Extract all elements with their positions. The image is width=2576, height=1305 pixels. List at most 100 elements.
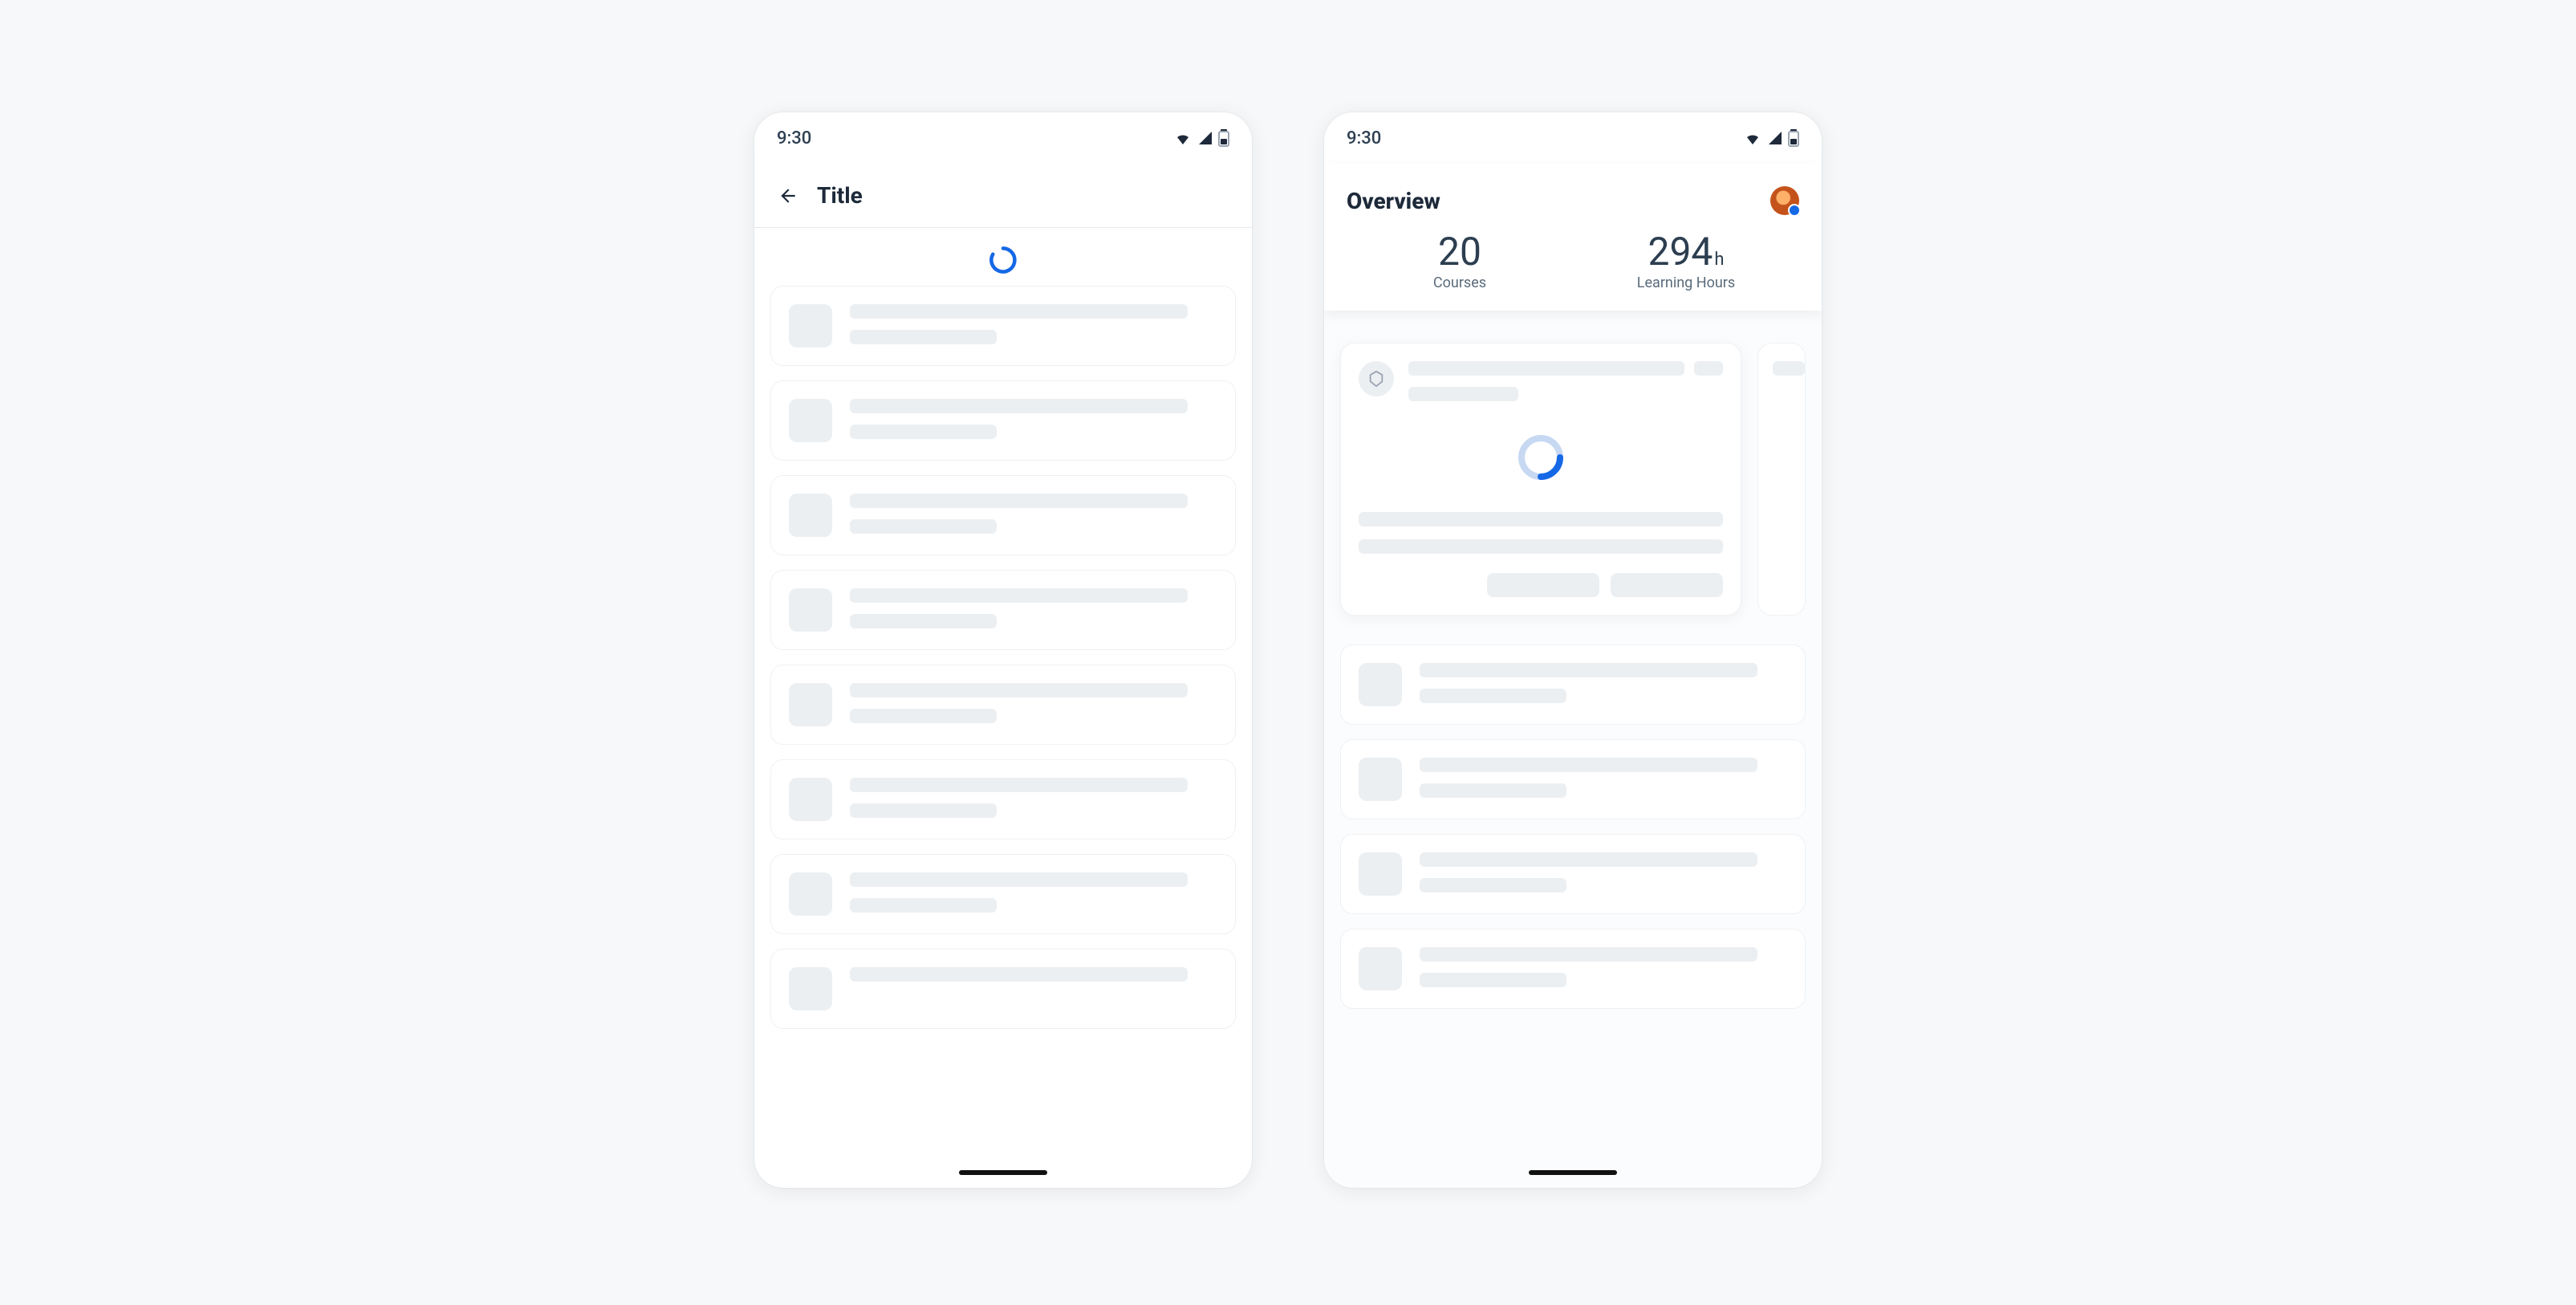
skeleton-line	[1408, 387, 1518, 401]
skeleton-line	[850, 399, 1188, 413]
page-title: Overview	[1347, 188, 1440, 214]
skeleton-line	[1694, 361, 1723, 376]
skeleton-line	[850, 588, 1188, 603]
phone-mockup-overview: 9:30 Overview 20 Course	[1324, 112, 1822, 1188]
skeleton-actions	[1359, 573, 1723, 597]
skeleton-lines	[850, 683, 1217, 723]
skeleton-line	[850, 425, 997, 439]
skeleton-list	[754, 286, 1252, 1061]
status-time: 9:30	[777, 128, 811, 148]
stat-hours-label: Learning Hours	[1637, 274, 1735, 291]
skeleton-line	[850, 967, 1188, 982]
page-title: Title	[817, 182, 863, 209]
loading-spinner	[1515, 432, 1566, 483]
skeleton-line	[850, 330, 997, 344]
skeleton-thumbnail	[1359, 947, 1402, 990]
skeleton-line	[850, 778, 1188, 792]
skeleton-line	[1408, 361, 1684, 376]
skeleton-line	[1773, 361, 1805, 376]
skeleton-line	[1420, 783, 1566, 798]
skeleton-line	[850, 683, 1188, 697]
list-item	[770, 570, 1236, 650]
skeleton-lines	[850, 399, 1217, 439]
skeleton-lines	[1420, 947, 1787, 987]
skeleton-thumbnail	[1359, 663, 1402, 706]
skeleton-line	[850, 304, 1188, 319]
stats-row: 20 Courses 294 h Learning Hours	[1347, 233, 1799, 291]
overview-body	[1324, 311, 1822, 1188]
arrow-left-icon	[778, 185, 798, 206]
skeleton-thumbnail	[1359, 852, 1402, 896]
skeleton-line	[850, 519, 997, 534]
skeleton-lines	[1420, 663, 1787, 703]
skeleton-thumbnail	[789, 683, 832, 726]
skeleton-thumbnail	[789, 304, 832, 348]
list-item	[1340, 644, 1806, 725]
battery-icon	[1218, 129, 1229, 147]
stat-hours: 294 h Learning Hours	[1573, 233, 1799, 291]
skeleton-line	[1420, 878, 1566, 892]
battery-icon	[1788, 129, 1799, 147]
featured-carousel[interactable]	[1340, 343, 1806, 616]
skeleton-button	[1611, 573, 1723, 597]
cell-signal-icon	[1197, 130, 1213, 146]
stat-hours-value: 294	[1648, 233, 1713, 271]
skeleton-line	[1420, 947, 1757, 961]
skeleton-lines	[1420, 852, 1787, 892]
home-indicator	[959, 1170, 1047, 1175]
skeleton-lines	[850, 494, 1217, 534]
list-item	[770, 665, 1236, 745]
skeleton-thumbnail	[789, 588, 832, 632]
skeleton-line	[850, 872, 1188, 887]
skeleton-line	[1359, 539, 1723, 554]
skeleton-line	[850, 898, 997, 913]
skeleton-lines	[850, 872, 1217, 913]
stat-courses: 20 Courses	[1347, 233, 1573, 291]
skeleton-lines	[1420, 758, 1787, 798]
skeleton-thumbnail	[789, 778, 832, 821]
featured-card-next[interactable]	[1757, 343, 1806, 616]
wifi-icon	[1743, 130, 1762, 146]
skeleton-line	[1420, 852, 1757, 867]
list-item	[770, 380, 1236, 461]
list-item	[770, 286, 1236, 366]
skeleton-thumbnail	[789, 872, 832, 916]
list-item	[770, 949, 1236, 1029]
skeleton-button	[1487, 573, 1599, 597]
skeleton-line	[850, 803, 997, 818]
status-time: 9:30	[1347, 128, 1381, 148]
back-button[interactable]	[774, 181, 802, 210]
skeleton-lines	[850, 588, 1217, 628]
status-icons	[1743, 129, 1799, 147]
skeleton-lines	[1408, 361, 1723, 401]
skeleton-line	[1420, 758, 1757, 772]
home-indicator	[1529, 1170, 1617, 1175]
overview-header: Overview 20 Courses 294 h	[1324, 164, 1822, 311]
skeleton-list	[1340, 644, 1806, 1009]
wifi-icon	[1173, 130, 1193, 146]
skeleton-line	[850, 494, 1188, 508]
list-item	[770, 475, 1236, 555]
skeleton-thumbnail	[1359, 758, 1402, 801]
skeleton-lines	[850, 778, 1217, 818]
list-item	[770, 854, 1236, 934]
stat-courses-value: 20	[1438, 233, 1481, 271]
skeleton-lines	[850, 304, 1217, 344]
skeleton-thumbnail	[789, 494, 832, 537]
skeleton-line	[850, 709, 997, 723]
app-bar: Title	[754, 164, 1252, 228]
list-item	[1340, 739, 1806, 819]
phone-mockup-title-list: 9:30 Title	[754, 112, 1252, 1188]
hexagon-icon	[1359, 361, 1394, 396]
status-bar: 9:30	[754, 112, 1252, 164]
skeleton-line	[1420, 973, 1566, 987]
status-icons	[1173, 129, 1229, 147]
skeleton-thumbnail	[789, 399, 832, 442]
cell-signal-icon	[1767, 130, 1783, 146]
featured-card[interactable]	[1340, 343, 1741, 616]
skeleton-line	[1420, 689, 1566, 703]
status-bar: 9:30	[1324, 112, 1822, 164]
list-item	[1340, 834, 1806, 914]
list-item	[1340, 929, 1806, 1009]
profile-avatar[interactable]	[1770, 186, 1799, 215]
